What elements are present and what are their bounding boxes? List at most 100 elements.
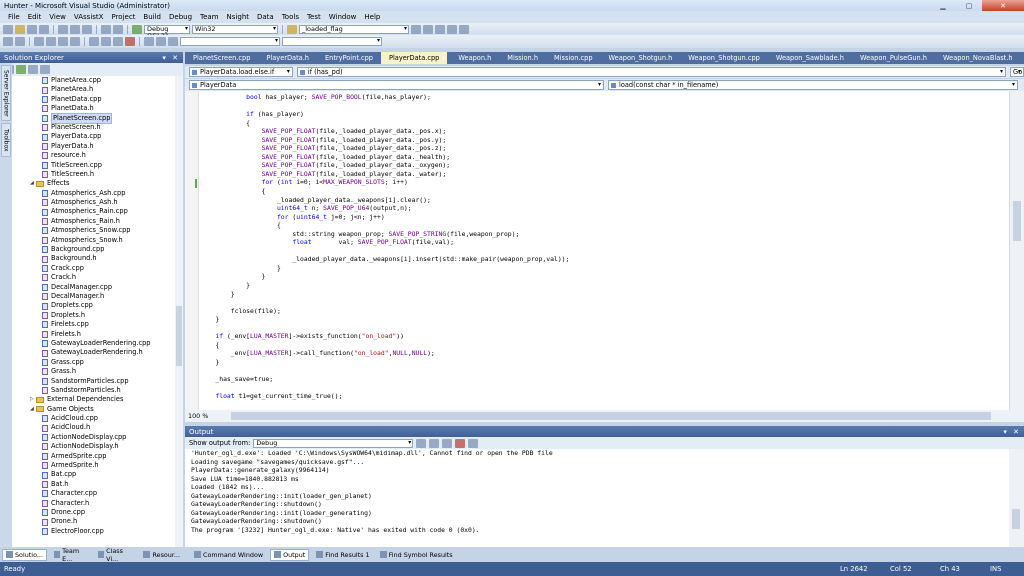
- show-all-files-icon[interactable]: [28, 65, 38, 74]
- panel-controls-icon[interactable]: ▾ ✕: [162, 54, 183, 62]
- go-button[interactable]: Go: [1010, 67, 1024, 77]
- tree-file[interactable]: AcidCloud.cpp: [12, 414, 175, 423]
- save-icon[interactable]: [27, 24, 37, 34]
- code-line[interactable]: _loaded_player_data._weapons[i].insert(s…: [200, 255, 569, 264]
- solution-config-select[interactable]: Debug OGL31: [144, 24, 190, 39]
- menu-window[interactable]: Window: [325, 13, 361, 21]
- code-line[interactable]: _has_save=true;: [200, 375, 569, 384]
- code-line[interactable]: _loaded_player_data._weapons[i].clear();: [200, 196, 569, 205]
- tree-file[interactable]: Firelets.cpp: [12, 320, 175, 329]
- code-line[interactable]: uint64_t n; SAVE_POP_U64(output,n);: [200, 204, 569, 213]
- tree-file[interactable]: Background.cpp: [12, 245, 175, 254]
- tree-folder[interactable]: ◢ Game Objects: [12, 405, 175, 414]
- code-line[interactable]: }: [200, 272, 569, 281]
- code-line[interactable]: SAVE_POP_FLOAT(file,_loaded_player_data.…: [200, 153, 569, 162]
- code-line[interactable]: SAVE_POP_FLOAT(file,_loaded_player_data.…: [200, 136, 569, 145]
- document-tab[interactable]: Weapon_NovaBlast.h: [935, 52, 1021, 64]
- menu-build[interactable]: Build: [139, 13, 165, 21]
- debug-location-combo[interactable]: [180, 37, 280, 46]
- tree-file[interactable]: Drone.cpp: [12, 508, 175, 517]
- document-tab[interactable]: Weapon_PulseGun.h: [852, 52, 935, 64]
- scroll-thumb[interactable]: [231, 412, 991, 420]
- tree-file[interactable]: Bat.cpp: [12, 470, 175, 479]
- indent-icon[interactable]: [58, 37, 68, 46]
- tree-file[interactable]: SandstormParticles.h: [12, 386, 175, 395]
- properties-icon[interactable]: [435, 24, 445, 34]
- code-line[interactable]: }: [200, 315, 569, 324]
- menu-vassistx[interactable]: VAssistX: [70, 13, 108, 21]
- code-line[interactable]: std::string weapon_prop; SAVE_POP_STRING…: [200, 230, 569, 239]
- tree-file[interactable]: TitleScreen.h: [12, 170, 175, 179]
- code-line[interactable]: SAVE_POP_FLOAT(file,_loaded_player_data.…: [200, 161, 569, 170]
- code-line[interactable]: for (uint64_t j=0; j<n; j++): [200, 213, 569, 222]
- code-line[interactable]: {: [200, 221, 569, 230]
- bookmark-icon[interactable]: [89, 37, 99, 46]
- tree-file[interactable]: resource.h: [12, 151, 175, 160]
- tree-file[interactable]: Crack.h: [12, 273, 175, 282]
- tree-file[interactable]: PlanetData.cpp: [12, 95, 175, 104]
- build-icon[interactable]: [3, 37, 13, 46]
- code-line[interactable]: [200, 401, 569, 410]
- code-editor[interactable]: bool has_player; SAVE_POP_BOOL(file,has_…: [185, 91, 1009, 410]
- find-icon[interactable]: [411, 24, 421, 34]
- code-line[interactable]: bool has_player; SAVE_POP_BOOL(file,has_…: [200, 93, 569, 102]
- menu-help[interactable]: Help: [360, 13, 384, 21]
- code-text[interactable]: bool has_player; SAVE_POP_BOOL(file,has_…: [200, 93, 569, 409]
- maximize-button[interactable]: ▢: [956, 0, 982, 11]
- code-line[interactable]: float val; SAVE_POP_FLOAT(file,val);: [200, 238, 569, 247]
- solution-explorer-scrollbar[interactable]: [175, 76, 183, 547]
- server-explorer-tab[interactable]: Server Explorer: [1, 65, 11, 121]
- code-line[interactable]: [200, 247, 569, 256]
- tree-file[interactable]: ActionNodeDisplay.h: [12, 442, 175, 451]
- tree-file[interactable]: Firelets.h: [12, 330, 175, 339]
- tree-file[interactable]: DecalManager.h: [12, 292, 175, 301]
- output-bottom-tab[interactable]: Command Window: [191, 550, 266, 560]
- minimize-button[interactable]: ▁: [930, 0, 956, 11]
- code-line[interactable]: SAVE_POP_FLOAT(file,_loaded_player_data.…: [200, 170, 569, 179]
- output-text[interactable]: 'Hunter_ogl_d.exe': Loaded 'C:\Windows\S…: [185, 449, 1009, 547]
- document-tab[interactable]: Weapon_Shotgun.cpp: [680, 52, 768, 64]
- menu-team[interactable]: Team: [196, 13, 223, 21]
- tree-folder[interactable]: ◢ Effects: [12, 179, 175, 188]
- menu-test[interactable]: Test: [303, 13, 325, 21]
- code-line[interactable]: {: [200, 341, 569, 350]
- output-bottom-tab[interactable]: Output: [270, 548, 310, 561]
- tree-file[interactable]: PlanetArea.cpp: [12, 76, 175, 85]
- code-line[interactable]: for (int i=0; i<MAX_WEAPON_SLOTS; i++): [200, 178, 569, 187]
- document-tab[interactable]: PlayerData.cpp: [381, 52, 448, 64]
- code-line[interactable]: fclose(file);: [200, 307, 569, 316]
- zoom-level[interactable]: 100 %: [185, 412, 211, 420]
- document-tab[interactable]: Mission.h: [499, 52, 546, 64]
- cut-icon[interactable]: [58, 24, 68, 34]
- view-class-diagram-icon[interactable]: [40, 65, 50, 74]
- code-line[interactable]: [200, 384, 569, 393]
- document-tab[interactable]: PlanetScreen.cpp: [185, 52, 258, 64]
- uncomment-icon[interactable]: [46, 37, 56, 46]
- tab-close-icon[interactable]: ✕: [441, 55, 446, 62]
- tree-file[interactable]: PlanetScreen.h: [12, 123, 175, 132]
- copy-icon[interactable]: [70, 24, 80, 34]
- outdent-icon[interactable]: [70, 37, 80, 46]
- code-line[interactable]: }: [200, 290, 569, 299]
- document-tab[interactable]: Mission.cpp: [546, 52, 601, 64]
- toolbox-icon[interactable]: [459, 24, 469, 34]
- output-scrollbar[interactable]: [1009, 449, 1024, 547]
- code-line[interactable]: SAVE_POP_FLOAT(file,_loaded_player_data.…: [200, 144, 569, 153]
- comment-icon[interactable]: [34, 37, 44, 46]
- tree-file[interactable]: Drone.h: [12, 517, 175, 526]
- find-in-files-icon[interactable]: [287, 24, 297, 34]
- tree-file[interactable]: Crack.cpp: [12, 264, 175, 273]
- word-wrap-icon[interactable]: [468, 438, 479, 448]
- bottom-tab[interactable]: Solutio...: [2, 548, 47, 561]
- tree-file[interactable]: PlayerData.cpp: [12, 132, 175, 141]
- find-combo[interactable]: _loaded_flag: [299, 24, 409, 34]
- editor-vertical-scrollbar[interactable]: [1009, 91, 1024, 410]
- scope-combo[interactable]: PlayerData.load.else.if: [189, 67, 293, 77]
- next-message-icon[interactable]: [442, 438, 453, 448]
- tree-file[interactable]: PlanetArea.h: [12, 85, 175, 94]
- tree-folder[interactable]: ▷ External Dependencies: [12, 395, 175, 404]
- tree-file[interactable]: ArmedSprite.h: [12, 461, 175, 470]
- tree-file[interactable]: TitleScreen.cpp: [12, 161, 175, 170]
- tree-file[interactable]: Atmospherics_Rain.h: [12, 217, 175, 226]
- code-line[interactable]: [200, 102, 569, 111]
